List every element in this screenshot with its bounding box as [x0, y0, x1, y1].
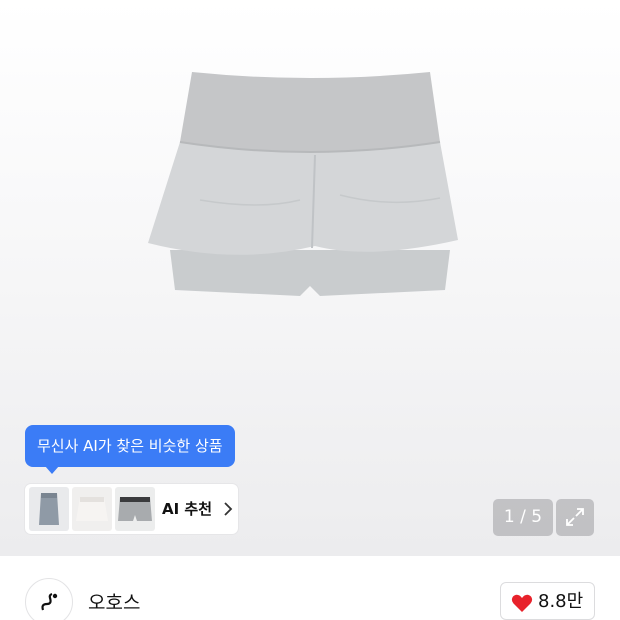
ai-recommend-strip[interactable]: AI 추천	[25, 484, 238, 534]
product-image	[148, 72, 458, 296]
recommend-thumb-1[interactable]	[29, 487, 69, 531]
like-button[interactable]: 8.8만	[500, 582, 595, 620]
chevron-right-icon	[224, 502, 233, 516]
recommend-thumb-2[interactable]	[72, 487, 112, 531]
recommend-thumb-3[interactable]	[115, 487, 155, 531]
ai-tooltip-text: 무신사 AI가 찾은 비슷한 상품	[37, 437, 223, 455]
ai-similar-tooltip[interactable]: 무신사 AI가 찾은 비슷한 상품	[25, 425, 235, 474]
brand-logo-icon	[41, 592, 58, 611]
expand-button[interactable]	[556, 499, 594, 536]
image-counter: 1 / 5	[493, 499, 553, 536]
ai-recommend-label: AI 추천	[162, 500, 213, 518]
brand-logo[interactable]	[25, 578, 73, 620]
expand-icon	[566, 508, 584, 526]
product-detail-screen: 무신사 AI가 찾은 비슷한 상품 AI 추천 1 / 5 오호스 8.8만	[0, 0, 620, 620]
heart-icon	[511, 594, 533, 612]
like-count: 8.8만	[538, 591, 584, 612]
brand-name[interactable]: 오호스	[88, 588, 140, 615]
product-image-viewer[interactable]	[0, 0, 620, 556]
tooltip-tail	[45, 466, 59, 474]
